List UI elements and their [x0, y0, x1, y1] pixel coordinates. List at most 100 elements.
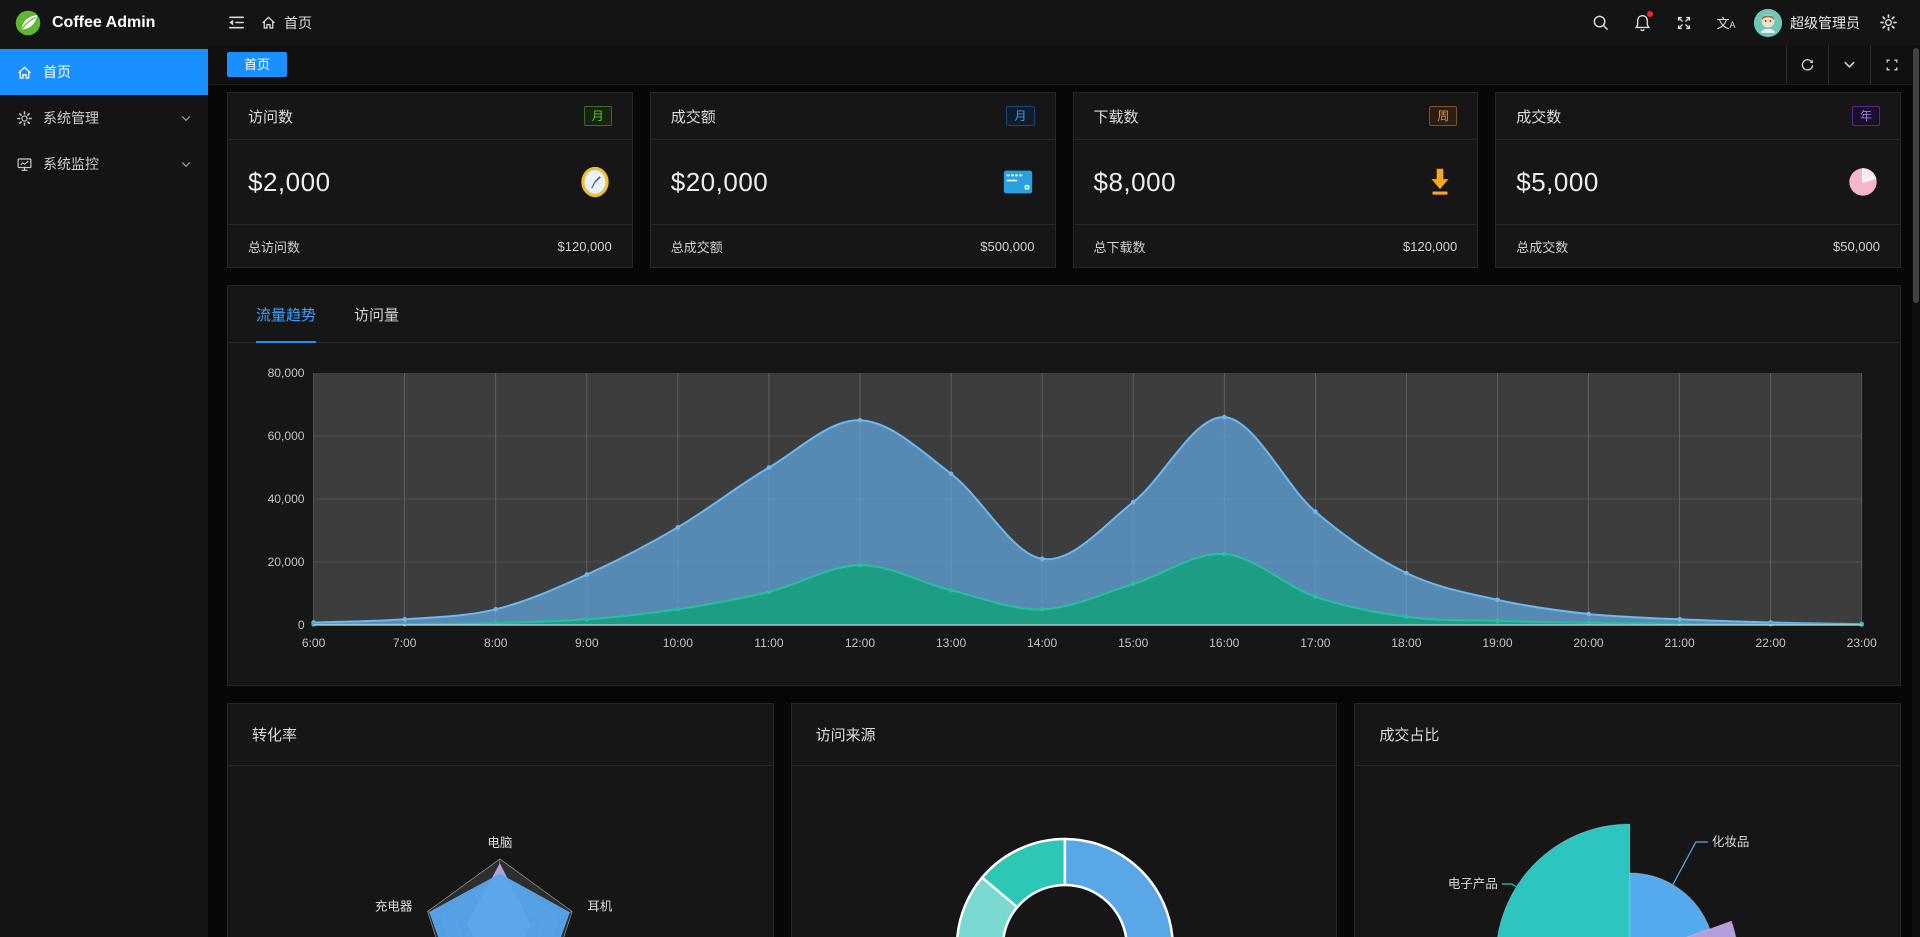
period-badge: 周 — [1429, 106, 1457, 126]
card-title: 访问来源 — [816, 724, 876, 745]
tab-visit-volume[interactable]: 访问量 — [354, 286, 399, 342]
breadcrumb[interactable]: 首页 — [260, 13, 312, 33]
main-area: 首页 — [208, 0, 1920, 937]
refresh-icon — [1799, 56, 1816, 73]
breadcrumb-label: 首页 — [284, 13, 312, 33]
translate-icon: 文A — [1716, 13, 1735, 32]
deal-share-pie-chart: 电子产品化妆品 — [1355, 766, 1900, 937]
tab-controls — [1786, 45, 1912, 84]
pie-chart-icon — [1846, 165, 1880, 199]
svg-text:13:00: 13:00 — [936, 636, 967, 650]
svg-text:12:00: 12:00 — [845, 636, 876, 650]
menu-fold-button[interactable] — [222, 9, 250, 37]
svg-text:22:00: 22:00 — [1756, 636, 1787, 650]
svg-text:10:00: 10:00 — [663, 636, 694, 650]
gear-icon — [16, 110, 33, 127]
fullscreen-icon — [1675, 14, 1693, 32]
sidebar-item-label: 首页 — [43, 62, 71, 82]
svg-text:15:00: 15:00 — [1118, 636, 1149, 650]
tabs-dropdown-button[interactable] — [1828, 45, 1870, 84]
stat-card-title: 访问数 — [248, 106, 293, 127]
search-icon — [1591, 13, 1610, 32]
bottom-cards-row: 转化率 电脑耳机 充电器 访问来源 成交占比 电子产品化妆品 — [227, 703, 1901, 937]
stat-card-title: 成交数 — [1516, 106, 1561, 127]
topbar: 首页 — [208, 0, 1920, 45]
sidebar-item-label: 系统管理 — [43, 108, 99, 128]
tab-traffic-trend[interactable]: 流量趋势 — [256, 286, 316, 342]
stat-footer-label: 总成交数 — [1516, 237, 1568, 256]
stat-value: $2,000 — [248, 167, 331, 198]
maximize-icon — [1884, 57, 1900, 73]
svg-text:60,000: 60,000 — [268, 429, 305, 443]
svg-text:16:00: 16:00 — [1209, 636, 1240, 650]
svg-text:14:00: 14:00 — [1027, 636, 1058, 650]
leaf-logo-icon — [14, 9, 42, 37]
svg-text:40,000: 40,000 — [268, 492, 305, 506]
chevron-down-icon — [180, 158, 192, 170]
maximize-button[interactable] — [1870, 45, 1912, 84]
download-icon — [1423, 165, 1457, 199]
tab-home[interactable]: 首页 — [227, 52, 287, 77]
settings-button[interactable] — [1874, 9, 1902, 37]
period-badge: 年 — [1852, 106, 1880, 126]
svg-text:80,000: 80,000 — [268, 366, 305, 380]
logo[interactable]: Coffee Admin — [0, 0, 208, 45]
clock-icon — [578, 165, 612, 199]
stat-card-sales-amount: 成交额 月 $20,000 — [650, 92, 1056, 268]
period-badge: 月 — [584, 106, 612, 126]
user-menu[interactable]: 超级管理员 — [1754, 9, 1860, 37]
menu-fold-icon — [227, 13, 246, 32]
credit-card-icon — [1001, 165, 1035, 199]
username: 超级管理员 — [1790, 13, 1860, 33]
sidebar-item-home[interactable]: 首页 — [0, 49, 208, 95]
svg-text:11:00: 11:00 — [754, 636, 784, 650]
stat-value: $5,000 — [1516, 167, 1599, 198]
sidebar-item-label: 系统监控 — [43, 154, 99, 174]
svg-text:20:00: 20:00 — [1573, 636, 1604, 650]
sidebar-item-system-management[interactable]: 系统管理 — [0, 95, 208, 141]
stat-footer-value: $500,000 — [980, 239, 1034, 254]
refresh-button[interactable] — [1786, 45, 1828, 84]
stat-card-downloads: 下载数 周 $8,000 总下载数 $120,000 — [1073, 92, 1479, 268]
stat-footer-label: 总访问数 — [248, 237, 300, 256]
svg-text:23:00: 23:00 — [1847, 636, 1878, 650]
settings-gear-icon — [1879, 13, 1898, 32]
stat-card-deals: 成交数 年 $5,000 总成交数 $50, — [1495, 92, 1901, 268]
svg-text:9:00: 9:00 — [575, 636, 599, 650]
svg-text:7:00: 7:00 — [393, 636, 417, 650]
conversion-radar-chart: 电脑耳机 充电器 — [228, 766, 773, 937]
app-root: Coffee Admin 首页 系统管理 — [0, 0, 1920, 937]
visit-source-card: 访问来源 — [791, 703, 1338, 937]
traffic-area-chart: 020,00040,00060,00080,0006:007:008:009:0… — [228, 343, 1900, 683]
stat-footer-label: 总下载数 — [1094, 237, 1146, 256]
notifications-button[interactable] — [1628, 9, 1656, 37]
logo-text: Coffee Admin — [52, 14, 155, 32]
conversion-rate-card: 转化率 电脑耳机 充电器 — [227, 703, 774, 937]
topbar-actions: 文A 超级管理员 — [1586, 9, 1902, 37]
notification-dot — [1647, 11, 1653, 17]
period-badge: 月 — [1006, 106, 1034, 126]
visit-source-donut-chart — [792, 766, 1337, 937]
fullscreen-button[interactable] — [1670, 9, 1698, 37]
svg-text:6:00: 6:00 — [302, 636, 326, 650]
stat-footer-value: $120,000 — [1403, 239, 1457, 254]
svg-text:21:00: 21:00 — [1664, 636, 1695, 650]
stat-cards-row: 访问数 月 $2,000 总访问数 $120 — [227, 92, 1901, 268]
traffic-trend-card: 流量趋势 访问量 020,00040,00060,00080,0006:007:… — [227, 285, 1901, 686]
svg-text:充电器: 充电器 — [375, 899, 413, 914]
avatar — [1754, 9, 1782, 37]
card-title: 成交占比 — [1379, 724, 1439, 745]
stat-footer-value: $50,000 — [1833, 239, 1880, 254]
translate-button[interactable]: 文A — [1712, 9, 1740, 37]
card-title: 转化率 — [252, 724, 297, 745]
sidebar-item-system-monitor[interactable]: 系统监控 — [0, 141, 208, 187]
svg-text:耳机: 耳机 — [587, 900, 613, 914]
scrollbar-thumb[interactable] — [1913, 48, 1919, 303]
home-icon — [260, 14, 277, 31]
search-button[interactable] — [1586, 9, 1614, 37]
svg-text:17:00: 17:00 — [1300, 636, 1331, 650]
stat-card-title: 下载数 — [1094, 106, 1139, 127]
svg-text:18:00: 18:00 — [1391, 636, 1422, 650]
chevron-down-icon — [1842, 57, 1857, 72]
svg-text:电脑: 电脑 — [487, 836, 512, 850]
